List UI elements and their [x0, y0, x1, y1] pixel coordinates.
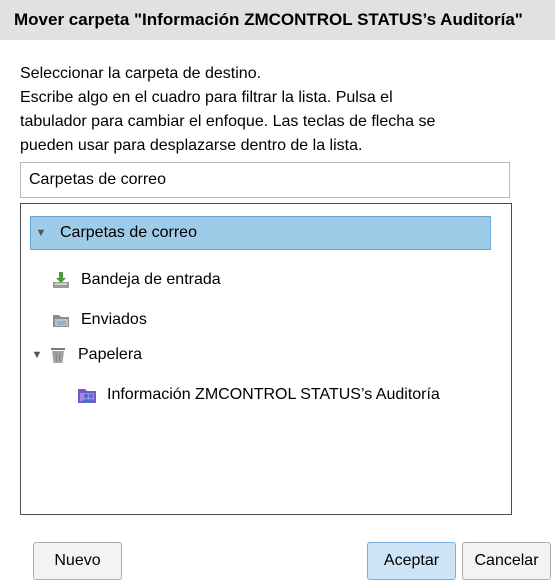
tree-item-label: Carpetas de correo — [60, 224, 197, 241]
dialog-title: Mover carpeta "Información ZMCONTROL STA… — [0, 0, 555, 40]
tree-item-mail-folders[interactable]: ▼ Carpetas de correo — [30, 216, 491, 250]
tree-item-label: Información ZMCONTROL STATUS’s Auditoría — [107, 386, 440, 403]
instruction-line: tabulador para cambiar el enfoque. Las t… — [20, 113, 436, 130]
new-button[interactable]: Nuevo — [33, 542, 122, 580]
tree-item-trash[interactable]: ▼ Papelera — [30, 338, 142, 372]
filter-input[interactable] — [20, 162, 510, 198]
tree-item-label: Papelera — [78, 346, 143, 363]
folder-tree[interactable]: ▼ Carpetas de correo Bandeja de entrada … — [20, 203, 512, 515]
trash-icon — [48, 345, 68, 365]
collapse-arrow-icon[interactable]: ▼ — [34, 227, 48, 239]
instructions: Seleccionar la carpeta de destino. Escri… — [20, 62, 540, 158]
sent-folder-icon — [51, 310, 71, 330]
tree-item-sent[interactable]: Enviados — [51, 303, 147, 337]
cancel-button[interactable]: Cancelar — [462, 542, 551, 580]
instruction-line: pueden usar para desplazarse dentro de l… — [20, 137, 363, 154]
tree-item-label: Bandeja de entrada — [81, 271, 221, 288]
tree-item-audit-folder[interactable]: Información ZMCONTROL STATUS’s Auditoría — [77, 378, 440, 412]
tree-item-label: Enviados — [81, 311, 147, 328]
inbox-download-icon — [51, 270, 71, 290]
instruction-line: Escribe algo en el cuadro para filtrar l… — [20, 89, 393, 106]
collapse-arrow-icon[interactable]: ▼ — [30, 349, 44, 361]
shared-folder-icon — [77, 385, 97, 405]
tree-item-inbox[interactable]: Bandeja de entrada — [51, 263, 221, 297]
accept-button[interactable]: Aceptar — [367, 542, 456, 580]
instruction-line: Seleccionar la carpeta de destino. — [20, 65, 262, 82]
